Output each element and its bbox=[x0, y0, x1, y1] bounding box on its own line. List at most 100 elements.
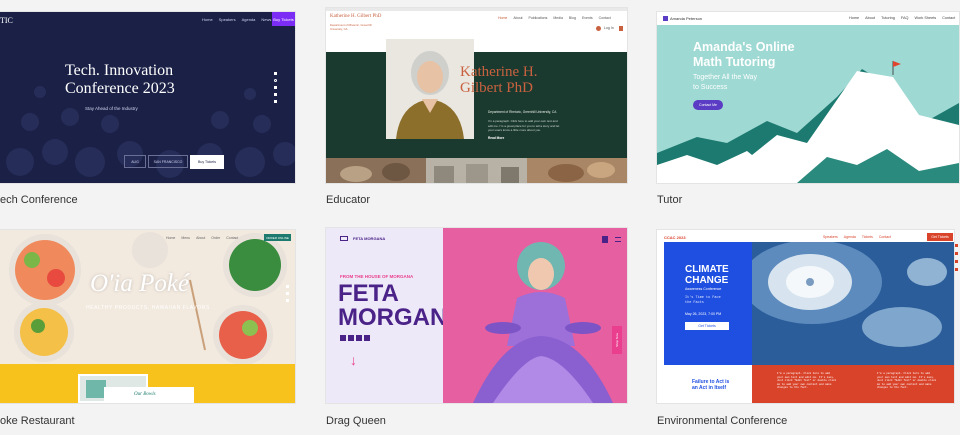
shop-now-label: Shop Now bbox=[615, 333, 619, 347]
side-social-icons bbox=[955, 244, 959, 271]
hero-name-line-1: Katherine H. bbox=[460, 64, 538, 80]
template-card-drag-queen[interactable]: FETA MORGANA FROM THE HOUSE OF MORGANA F… bbox=[326, 228, 627, 403]
footer-paragraph-2: I'm a paragraph. Click here to add your … bbox=[877, 372, 936, 390]
instagram-icon[interactable] bbox=[348, 335, 354, 341]
instagram-icon[interactable] bbox=[274, 79, 277, 82]
hero-subtitle-line-2: to Success bbox=[693, 84, 728, 91]
nav-item[interactable]: Blog bbox=[569, 16, 576, 20]
nav-item[interactable]: Home bbox=[202, 17, 213, 22]
nav-item[interactable]: FAQ bbox=[901, 16, 909, 20]
nav-item[interactable]: Agenda bbox=[242, 17, 256, 22]
instagram-icon[interactable] bbox=[955, 260, 958, 263]
youtube-icon[interactable] bbox=[955, 268, 958, 271]
menu-icon[interactable] bbox=[615, 237, 621, 242]
hero-tagline: Stay Ahead of the Industry bbox=[85, 106, 138, 111]
kicker-text: FROM THE HOUSE OF MORGANA bbox=[340, 274, 414, 279]
nav-item[interactable]: News bbox=[261, 17, 271, 22]
nav-item[interactable]: Tutoring bbox=[881, 16, 895, 20]
read-more-link[interactable]: Read More bbox=[488, 136, 504, 140]
cart-icon[interactable] bbox=[619, 26, 623, 31]
user-icon[interactable] bbox=[596, 26, 601, 31]
get-tickets-nav-button[interactable]: Get Tickets bbox=[927, 233, 953, 241]
location-field[interactable]: SAN FRANCISCO bbox=[148, 155, 188, 168]
restaurant-title: O'ia Poké bbox=[90, 270, 190, 297]
nav-item[interactable]: Contact bbox=[942, 16, 955, 20]
bio-line: I'm a paragraph. Click here to add your … bbox=[488, 119, 558, 123]
nav-item[interactable]: Speakers bbox=[219, 17, 236, 22]
youtube-icon[interactable] bbox=[364, 335, 370, 341]
facebook-icon[interactable] bbox=[274, 72, 277, 75]
department: Department of Rhetoric, Greenhill Univer… bbox=[488, 110, 557, 114]
template-caption[interactable]: oke Restaurant bbox=[0, 415, 75, 427]
contact-me-button[interactable]: Contact Me bbox=[693, 100, 723, 110]
instagram-icon[interactable] bbox=[286, 292, 289, 295]
nav-item[interactable]: Agenda bbox=[844, 235, 856, 239]
logo-mark bbox=[663, 16, 668, 21]
footer-heading-line-2: an Act in Itself bbox=[692, 385, 726, 391]
nav-item[interactable]: Order bbox=[211, 236, 220, 240]
template-caption[interactable]: Drag Queen bbox=[326, 415, 386, 427]
facebook-icon[interactable] bbox=[955, 244, 958, 247]
logo-mark bbox=[340, 236, 348, 241]
hero-title-line-1: Amanda's Online bbox=[693, 40, 795, 54]
hero-subtitle-line-1: Together All the Way bbox=[693, 74, 757, 81]
bio-line: your users know a little more about you. bbox=[488, 128, 542, 132]
promo-card-text: Our Bowls bbox=[134, 392, 156, 397]
template-card-poke-restaurant[interactable]: Home Menu About Order Contact ORDER ONLI… bbox=[0, 230, 295, 403]
nav-item[interactable]: Contact bbox=[226, 236, 238, 240]
template-card-tutor[interactable]: Amanda Peterson Home About Tutoring FAQ … bbox=[657, 12, 959, 183]
template-card-tech-conference[interactable]: TIC Home Speakers Agenda News Contact Bu… bbox=[0, 12, 295, 183]
bag-icon[interactable] bbox=[602, 236, 608, 243]
nav-item[interactable]: Home bbox=[166, 236, 175, 240]
nav-item[interactable]: Publications bbox=[529, 16, 548, 20]
nav-item[interactable]: Contact bbox=[879, 235, 891, 239]
buy-tickets-nav-button[interactable]: Buy Tickets bbox=[272, 12, 295, 26]
nav-item[interactable]: About bbox=[196, 236, 205, 240]
youtube-icon[interactable] bbox=[274, 93, 277, 96]
template-caption[interactable]: Educator bbox=[326, 194, 370, 206]
nav-item[interactable]: Menu bbox=[181, 236, 190, 240]
site-logo: TIC bbox=[0, 16, 13, 25]
twitter-icon[interactable] bbox=[274, 86, 277, 89]
twitter-icon[interactable] bbox=[286, 299, 289, 302]
promo-card: Our Bowls bbox=[104, 387, 194, 403]
site-logo: FETA MORGANA bbox=[353, 236, 386, 241]
login-link[interactable]: Log In bbox=[604, 26, 614, 30]
template-card-environmental-conference[interactable]: CCAC 2023 Speakers Agenda Tickets Contac… bbox=[657, 230, 954, 403]
get-tickets-button[interactable]: Get Tickets bbox=[685, 322, 729, 330]
site-logo: CCAC 2023 bbox=[664, 235, 686, 240]
template-caption[interactable]: ech Conference bbox=[0, 194, 78, 206]
social-icons bbox=[286, 285, 289, 302]
hero-title-line-1: CLIMATE bbox=[685, 264, 729, 275]
date-field[interactable]: AUG bbox=[124, 155, 146, 168]
hurricane-satellite-image bbox=[752, 242, 954, 365]
template-caption[interactable]: Tutor bbox=[657, 194, 682, 206]
blue-hero-panel bbox=[664, 242, 752, 365]
site-name: Katherine H. Gilbert PhD bbox=[330, 14, 382, 19]
nav-item[interactable]: Work Sheets bbox=[914, 16, 936, 20]
nav-item[interactable]: About bbox=[513, 16, 522, 20]
hero-title-line-2: Conference 2023 bbox=[65, 80, 175, 97]
buy-tickets-button[interactable]: Buy Tickets bbox=[190, 155, 224, 169]
hero-name-line-2: Gilbert PhD bbox=[460, 80, 533, 96]
nav-item[interactable]: Home bbox=[849, 16, 859, 20]
template-caption[interactable]: Environmental Conference bbox=[657, 415, 787, 427]
facebook-icon[interactable] bbox=[286, 285, 289, 288]
twitter-icon[interactable] bbox=[955, 252, 958, 255]
nav-item[interactable]: Events bbox=[582, 16, 593, 20]
nav-item[interactable]: Media bbox=[553, 16, 563, 20]
nav-item[interactable]: About bbox=[865, 16, 875, 20]
facebook-icon[interactable] bbox=[340, 335, 346, 341]
nav-item[interactable]: Home bbox=[498, 16, 507, 20]
shop-now-side-tab[interactable]: Shop Now bbox=[612, 326, 622, 354]
order-online-button[interactable]: ORDER ONLINE bbox=[264, 234, 291, 241]
pottery-strip-images bbox=[326, 158, 627, 183]
nav-item[interactable]: Contact bbox=[599, 16, 611, 20]
nav-item[interactable]: Speakers bbox=[823, 235, 838, 239]
twitter-icon[interactable] bbox=[356, 335, 362, 341]
linkedin-icon[interactable] bbox=[274, 100, 277, 103]
template-card-educator[interactable]: Katherine H. Gilbert PhD Department of R… bbox=[326, 8, 627, 183]
scroll-down-arrow-icon[interactable]: ↓ bbox=[350, 352, 357, 368]
nav-item[interactable]: Tickets bbox=[862, 235, 873, 239]
paragraph-line: changes to the font. bbox=[777, 386, 809, 390]
